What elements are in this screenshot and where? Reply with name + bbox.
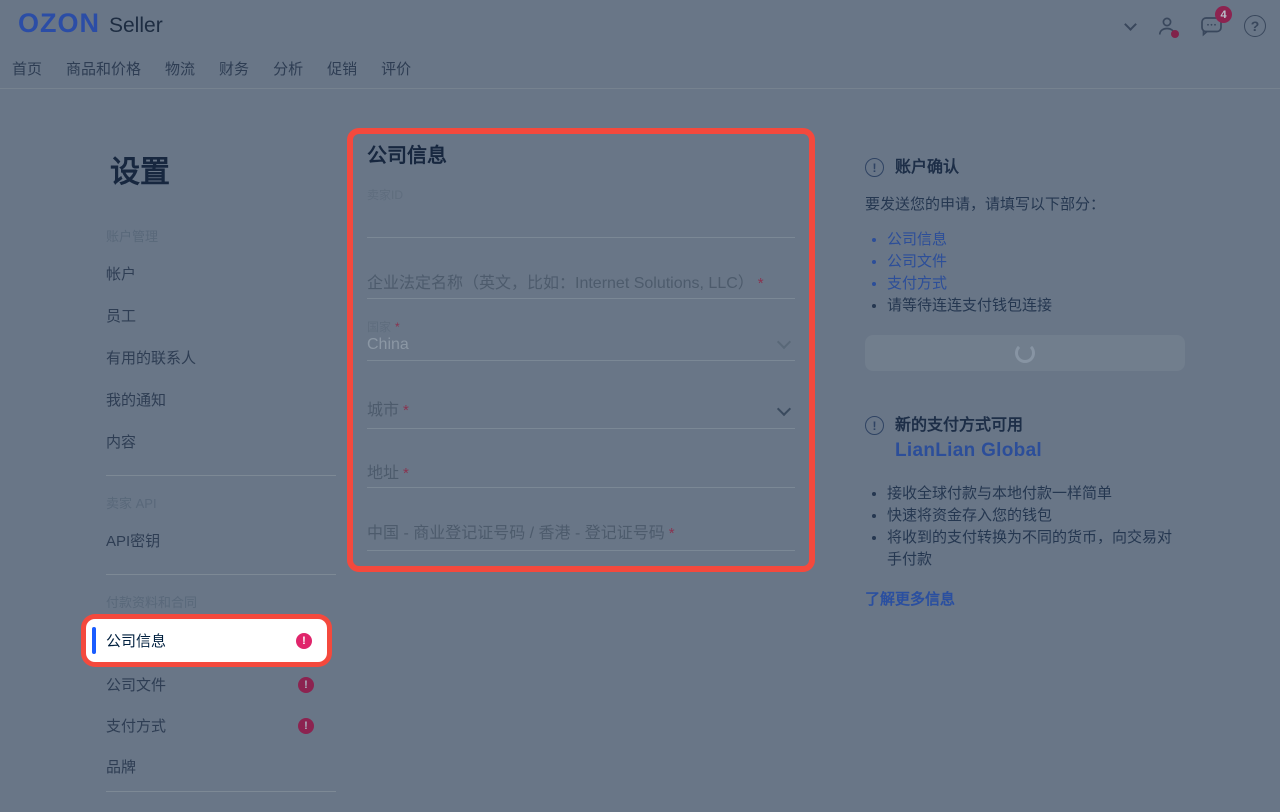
- nav-finance[interactable]: 财务: [219, 58, 249, 79]
- sidebar-item-account[interactable]: 帐户: [106, 265, 336, 285]
- submit-application-button-loading[interactable]: [865, 335, 1185, 371]
- account-confirmation-intro: 要发送您的申请，请填写以下部分：: [865, 195, 1185, 215]
- info-alert-icon: !: [865, 158, 884, 177]
- nav-analytics[interactable]: 分析: [273, 58, 303, 79]
- account-confirmation-card: ! 账户确认 要发送您的申请，请填写以下部分： 公司信息 公司文件 支付方式 请…: [865, 157, 1185, 371]
- sidebar-item-useful-contacts[interactable]: 有用的联系人: [106, 349, 336, 369]
- link-payment-method[interactable]: 支付方式: [887, 275, 947, 292]
- learn-more-link[interactable]: 了解更多信息: [865, 588, 955, 609]
- required-sections-list: 公司信息 公司文件 支付方式 请等待连连支付钱包连接: [887, 229, 1185, 317]
- section-label-seller-api: 卖家 API: [106, 496, 336, 512]
- chevron-down-icon: [777, 402, 791, 416]
- seller-id-input[interactable]: [367, 237, 795, 238]
- sidebar-item-employees[interactable]: 员工: [106, 307, 336, 327]
- form-title: 公司信息: [367, 142, 795, 170]
- wallet-connection-pending-text: 请等待连连支付钱包连接: [887, 297, 1052, 314]
- country-label: 国家: [367, 320, 391, 334]
- registration-number-input[interactable]: 中国 - 商业登记证号码 / 香港 - 登记证号码*: [367, 523, 795, 545]
- sidebar-item-company-info[interactable]: 公司信息 !: [86, 619, 327, 662]
- help-icon: ?: [1251, 18, 1260, 34]
- seller-logo-text: Seller: [109, 14, 163, 38]
- legal-name-placeholder: 企业法定名称（英文，比如：Internet Solutions, LLC）: [367, 275, 754, 292]
- user-notification-dot: [1171, 30, 1179, 38]
- sidebar-item-label: 公司文件: [106, 674, 166, 695]
- required-asterisk: *: [403, 402, 409, 419]
- promo-bullet: 快速将资金存入您的钱包: [887, 507, 1052, 524]
- messages-count-badge: 4: [1215, 6, 1232, 23]
- nav-products-prices[interactable]: 商品和价格: [66, 58, 141, 79]
- warning-badge-icon: !: [298, 677, 314, 693]
- link-company-documents[interactable]: 公司文件: [887, 253, 947, 270]
- legal-name-underline: [367, 298, 795, 299]
- nav-home[interactable]: 首页: [12, 58, 42, 79]
- address-underline: [367, 487, 795, 488]
- active-indicator-bar: [92, 627, 96, 654]
- warning-badge-icon: !: [298, 718, 314, 734]
- promo-title: 新的支付方式可用: [895, 415, 1042, 436]
- sidebar-item-label: 公司信息: [106, 630, 166, 651]
- sidebar-item-label: 品牌: [106, 756, 136, 777]
- address-placeholder: 地址: [367, 465, 399, 482]
- city-underline: [367, 428, 795, 429]
- settings-sidebar: 设置 账户管理 帐户 员工 有用的联系人 我的通知 内容 卖家 API API密…: [106, 155, 336, 812]
- section-label-account-management: 账户管理: [106, 229, 336, 245]
- legal-name-input[interactable]: 企业法定名称（英文，比如：Internet Solutions, LLC）*: [367, 273, 795, 295]
- sidebar-divider: [106, 475, 336, 476]
- account-confirmation-title: 账户确认: [895, 157, 959, 178]
- seller-id-label: 卖家ID: [367, 188, 795, 202]
- sidebar-item-brands[interactable]: 品牌: [106, 746, 336, 787]
- top-header: OZON Seller 4: [0, 0, 1280, 89]
- ozon-seller-logo[interactable]: OZON Seller: [18, 8, 163, 39]
- user-profile-button[interactable]: [1154, 13, 1180, 39]
- nav-logistics[interactable]: 物流: [165, 58, 195, 79]
- help-button[interactable]: ?: [1244, 15, 1266, 37]
- sidebar-item-my-notifications[interactable]: 我的通知: [106, 391, 336, 411]
- country-value: China: [367, 336, 409, 353]
- payment-promo-card: ! 新的支付方式可用 LianLian Global 接收全球付款与本地付款一样…: [865, 415, 1185, 609]
- sidebar-item-label: 支付方式: [106, 715, 166, 736]
- lianlian-global-brand-link[interactable]: LianLian Global: [895, 439, 1042, 463]
- country-underline: [367, 360, 795, 361]
- city-select[interactable]: 城市*: [367, 400, 795, 422]
- sidebar-divider: [106, 791, 336, 792]
- ozon-seller-settings-page: OZON Seller 4: [0, 0, 1280, 778]
- sidebar-item-api-keys[interactable]: API密钥: [106, 532, 336, 552]
- required-asterisk: *: [758, 275, 764, 292]
- country-select[interactable]: China: [367, 334, 795, 356]
- sidebar-item-company-documents[interactable]: 公司文件 !: [106, 664, 336, 705]
- chevron-down-icon: [777, 335, 791, 349]
- registration-number-placeholder: 中国 - 商业登记证号码 / 香港 - 登记证号码: [367, 525, 665, 542]
- main-nav: 首页 商品和价格 物流 财务 分析 促销 评价: [12, 58, 411, 79]
- nav-reviews[interactable]: 评价: [381, 58, 411, 79]
- company-info-form-highlight-frame: 公司信息 卖家ID 企业法定名称（英文，比如：Internet Solution…: [347, 128, 815, 572]
- registration-number-underline: [367, 550, 795, 551]
- sidebar-divider: [106, 574, 336, 575]
- required-asterisk: *: [669, 525, 675, 542]
- page-title: 设置: [110, 155, 336, 191]
- nav-promotions[interactable]: 促销: [327, 58, 357, 79]
- ozon-logo-text: OZON: [18, 8, 100, 39]
- messages-button[interactable]: 4: [1199, 13, 1225, 39]
- warning-badge-icon: !: [296, 633, 312, 649]
- promo-bullet: 接收全球付款与本地付款一样简单: [887, 485, 1112, 502]
- required-asterisk: *: [403, 465, 409, 482]
- sidebar-item-content[interactable]: 内容: [106, 433, 336, 453]
- address-input[interactable]: 地址*: [367, 463, 795, 485]
- link-company-info[interactable]: 公司信息: [887, 231, 947, 248]
- promo-bullet: 将收到的支付转换为不同的货币，向交易对手付款: [887, 529, 1172, 568]
- sidebar-item-payment-method[interactable]: 支付方式 !: [106, 705, 336, 746]
- promo-benefits-list: 接收全球付款与本地付款一样简单 快速将资金存入您的钱包 将收到的支付转换为不同的…: [887, 483, 1185, 571]
- section-label-payment-details: 付款资料和合同: [106, 595, 336, 611]
- info-alert-icon: !: [865, 416, 884, 435]
- loading-spinner-icon: [1015, 343, 1035, 363]
- city-placeholder: 城市: [367, 402, 399, 419]
- required-asterisk: *: [395, 320, 400, 334]
- chevron-down-icon[interactable]: [1124, 18, 1137, 31]
